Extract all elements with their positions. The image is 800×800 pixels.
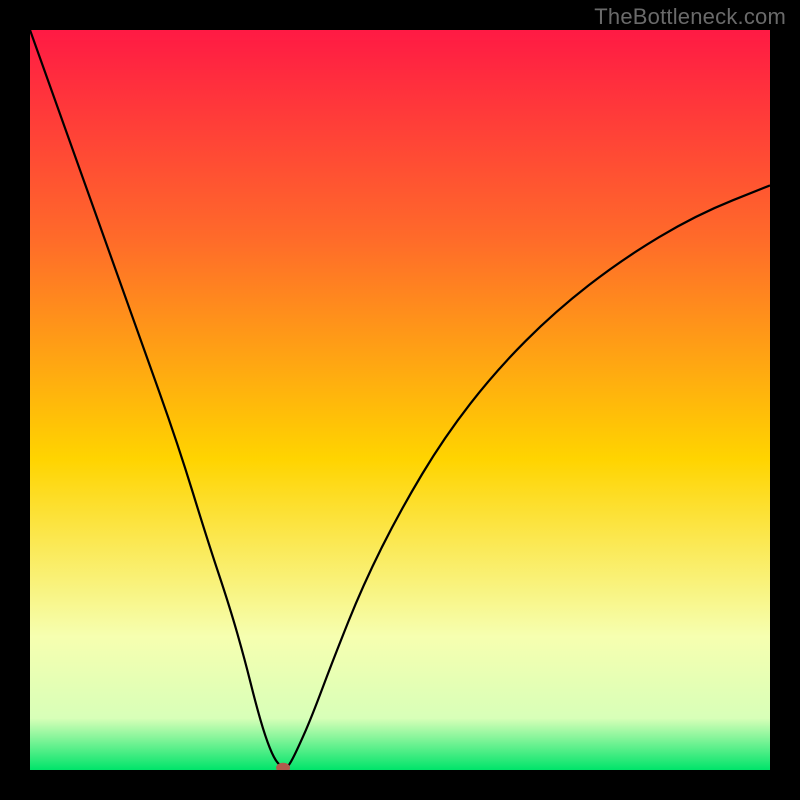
- watermark-text: TheBottleneck.com: [594, 4, 786, 30]
- gradient-background: [30, 30, 770, 770]
- chart-svg: [30, 30, 770, 770]
- chart-frame: TheBottleneck.com: [0, 0, 800, 800]
- plot-area: [30, 30, 770, 770]
